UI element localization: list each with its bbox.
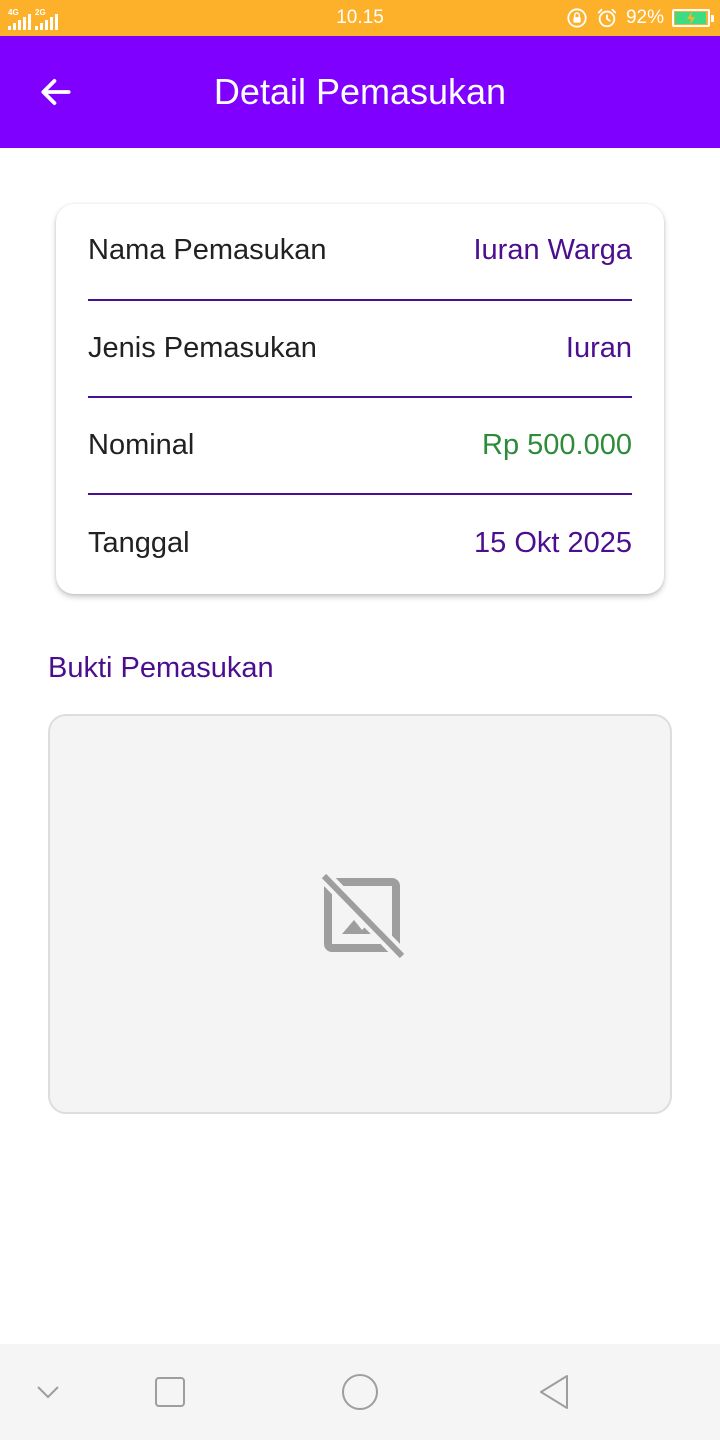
detail-label: Tanggal (88, 527, 190, 559)
page-title: Detail Pemasukan (213, 71, 507, 112)
rotation-lock-icon (567, 8, 587, 28)
nav-hide-button[interactable] (24, 1368, 72, 1416)
detail-label: Nama Pemasukan (88, 234, 327, 266)
nav-home-button[interactable] (336, 1368, 384, 1416)
recents-icon (155, 1377, 185, 1407)
proof-section-title: Bukti Pemasukan (48, 652, 274, 684)
detail-row-tanggal: Tanggal 15 Okt 2025 (88, 495, 632, 592)
detail-row-jenis: Jenis Pemasukan Iuran (88, 301, 632, 398)
detail-value: Iuran (565, 332, 632, 364)
detail-label: Jenis Pemasukan (88, 332, 317, 364)
detail-row-nama: Nama Pemasukan Iuran Warga (88, 204, 632, 301)
nav-recents-button[interactable] (146, 1368, 194, 1416)
status-bar: 4G 2G 10.15 92% (0, 0, 720, 36)
amount-value: Rp 500.000 (482, 429, 632, 461)
detail-row-nominal: Nominal Rp 500.000 (88, 398, 632, 495)
status-right-icons: 92% (566, 0, 714, 36)
detail-card: Nama Pemasukan Iuran Warga Jenis Pemasuk… (56, 204, 664, 594)
back-button[interactable] (28, 64, 84, 120)
battery-charging-icon (672, 9, 714, 27)
nav-back-button[interactable] (530, 1368, 578, 1416)
alarm-icon (597, 8, 617, 28)
battery-percent: 92% (625, 7, 664, 28)
app-bar: Detail Pemasukan (0, 36, 720, 148)
system-nav-bar (0, 1344, 720, 1440)
detail-value: 15 Okt 2025 (474, 527, 632, 559)
detail-label: Nominal (88, 429, 195, 461)
chevron-down-icon (37, 1386, 59, 1399)
back-icon (540, 1375, 568, 1409)
proof-image-placeholder[interactable] (48, 714, 672, 1114)
broken-image-icon (318, 871, 408, 961)
home-icon (342, 1374, 378, 1410)
detail-value: Iuran Warga (473, 234, 633, 266)
arrow-left-icon (41, 79, 71, 105)
